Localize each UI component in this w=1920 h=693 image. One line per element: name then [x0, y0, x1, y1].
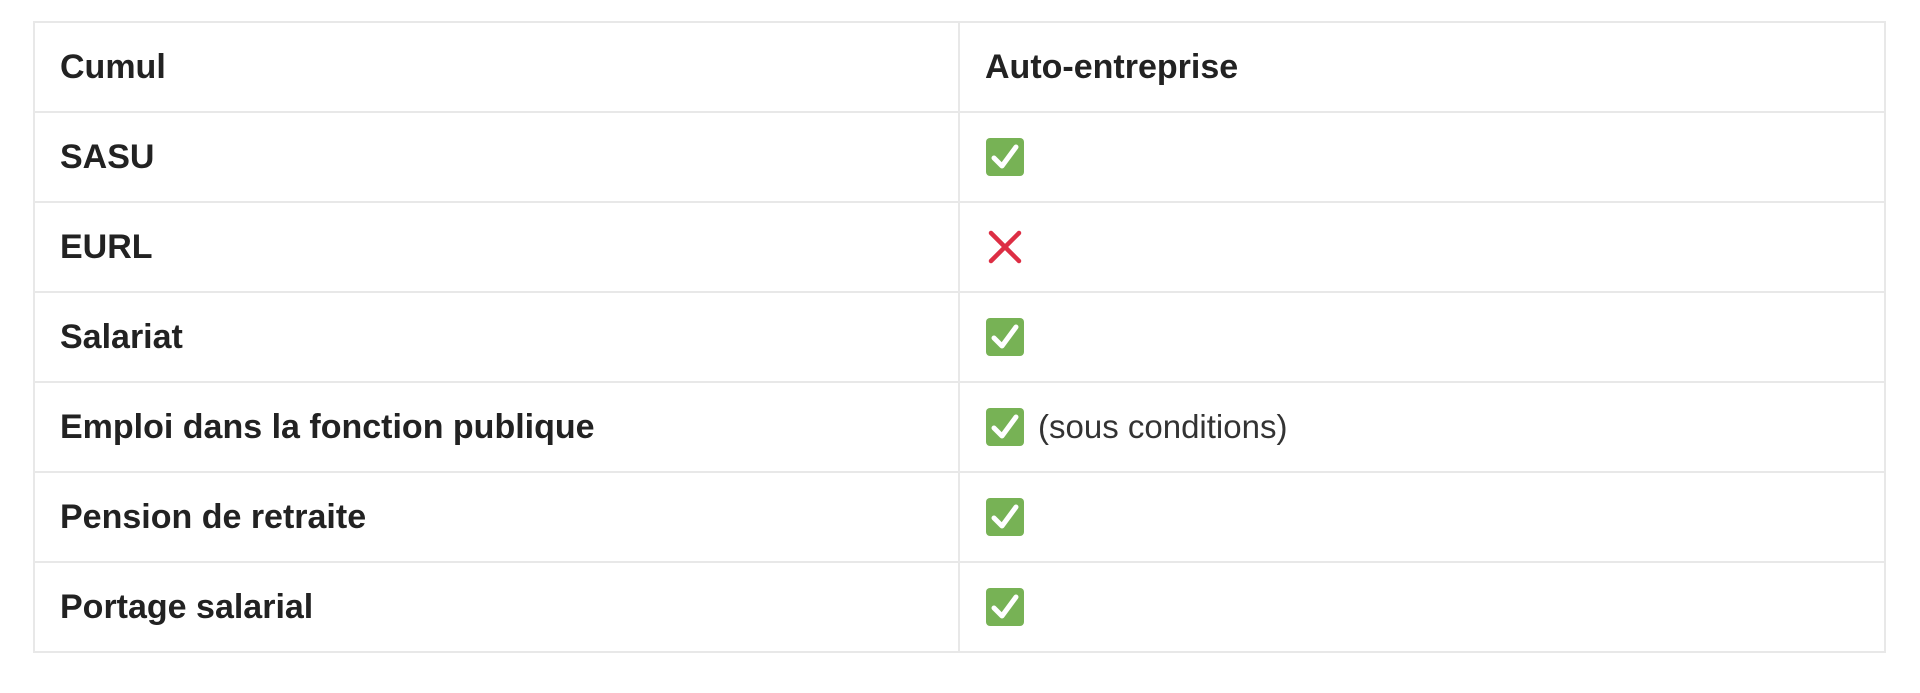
cross-icon	[985, 227, 1025, 267]
row-label: Pension de retraite	[33, 471, 960, 563]
row-label: Salariat	[33, 291, 960, 383]
table-row-salariat: Salariat	[33, 291, 1886, 383]
check-icon	[985, 587, 1025, 627]
check-icon	[985, 137, 1025, 177]
table-row-pension-de-retraite: Pension de retraite	[33, 471, 1886, 563]
status-content	[985, 587, 1884, 627]
check-icon	[985, 317, 1025, 357]
table-row-emploi-dans-la-fonction-publique: Emploi dans la fonction publique (sous co…	[33, 381, 1886, 473]
row-label: EURL	[33, 201, 960, 293]
table-body: Cumul Auto-entreprise SASU EURL Salariat Em…	[33, 21, 1886, 653]
status-content	[985, 227, 1884, 267]
table-row-sasu: SASU	[33, 111, 1886, 203]
status-note: (sous conditions)	[1038, 408, 1288, 445]
row-label: Portage salarial	[33, 561, 960, 653]
status-content	[985, 317, 1884, 357]
row-status-cell	[958, 201, 1886, 293]
header-cell-cumul: Cumul	[33, 21, 960, 113]
table-header-row: Cumul Auto-entreprise	[33, 21, 1886, 113]
row-status-cell	[958, 471, 1886, 563]
row-status-cell	[958, 111, 1886, 203]
row-label: SASU	[33, 111, 960, 203]
row-status-cell: (sous conditions)	[958, 381, 1886, 473]
comparison-table: Cumul Auto-entreprise SASU EURL Salariat Em…	[33, 21, 1886, 653]
check-icon	[985, 407, 1025, 447]
status-content	[985, 137, 1884, 177]
header-cell-auto-entreprise: Auto-entreprise	[958, 21, 1886, 113]
comparison-table-wrapper: Cumul Auto-entreprise SASU EURL Salariat Em…	[33, 21, 1886, 653]
table-row-portage-salarial: Portage salarial	[33, 561, 1886, 653]
status-content: (sous conditions)	[985, 407, 1884, 447]
check-icon	[985, 497, 1025, 537]
status-content	[985, 497, 1884, 537]
table-row-eurl: EURL	[33, 201, 1886, 293]
row-label: Emploi dans la fonction publique	[33, 381, 960, 473]
row-status-cell	[958, 291, 1886, 383]
row-status-cell	[958, 561, 1886, 653]
